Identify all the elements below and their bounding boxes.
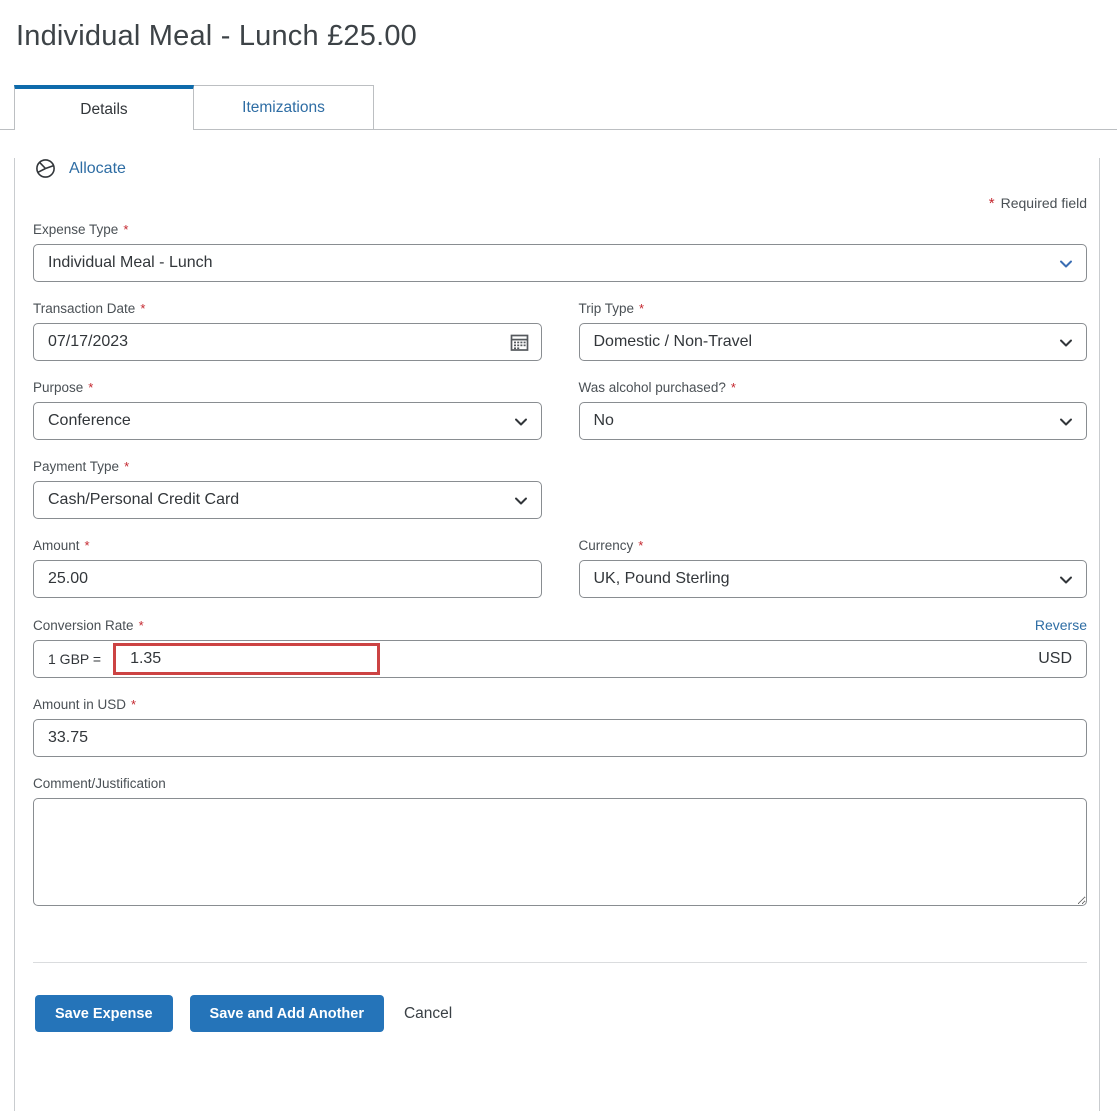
currency-label: Currency *: [578, 538, 644, 553]
trip-type-select[interactable]: Domestic / Non-Travel: [578, 323, 1087, 361]
conversion-rate-field: 1 GBP = USD: [33, 640, 1087, 678]
payment-type-value: Cash/Personal Credit Card: [48, 491, 240, 508]
tab-itemizations[interactable]: Itemizations: [194, 85, 374, 130]
tab-bar-left-spacer: [0, 85, 14, 130]
conversion-rate-label: Conversion Rate *: [33, 618, 144, 633]
chevron-down-icon: [1059, 336, 1073, 355]
rate-prefix: 1 GBP =: [48, 651, 102, 667]
comment-label: Comment/Justification: [33, 776, 166, 791]
transaction-date-input[interactable]: [34, 324, 541, 360]
reverse-link[interactable]: Reverse: [1035, 617, 1087, 633]
chevron-down-icon: [514, 494, 528, 513]
transaction-date-field: [33, 323, 542, 361]
allocate-row: Allocate: [33, 158, 1087, 179]
comment-textarea[interactable]: [33, 798, 1087, 906]
trip-type-label: Trip Type *: [578, 301, 645, 316]
expense-type-label: Expense Type *: [33, 222, 129, 237]
conversion-rate-label-row: Conversion Rate * Reverse: [33, 617, 1087, 633]
tab-bar: Details Itemizations: [0, 85, 1117, 130]
chevron-down-icon: [514, 415, 528, 434]
save-expense-button[interactable]: Save Expense: [35, 995, 173, 1032]
allocate-link[interactable]: Allocate: [69, 160, 126, 178]
alcohol-label: Was alcohol purchased? *: [578, 380, 736, 395]
payment-type-label: Payment Type *: [33, 459, 130, 474]
alcohol-value: No: [593, 412, 614, 429]
purpose-select[interactable]: Conference: [33, 402, 542, 440]
purpose-value: Conference: [48, 412, 131, 429]
footer-divider: [33, 962, 1087, 963]
chevron-down-icon: [1059, 257, 1073, 276]
purpose-label: Purpose *: [33, 380, 94, 395]
tab-bar-right-spacer: [374, 85, 1117, 130]
amount-field: [33, 560, 542, 598]
expense-form: Expense Type * Individual Meal - Lunch Tr…: [33, 222, 1087, 911]
amount-usd-input[interactable]: [34, 720, 1086, 756]
expense-type-value: Individual Meal - Lunch: [48, 254, 213, 271]
tab-details[interactable]: Details: [14, 85, 194, 130]
chevron-down-icon: [1059, 415, 1073, 434]
chevron-down-icon: [1059, 573, 1073, 592]
page-title: Individual Meal - Lunch £25.00: [16, 20, 417, 52]
save-and-add-another-button[interactable]: Save and Add Another: [189, 995, 384, 1032]
allocate-pie-icon: [35, 158, 56, 179]
cancel-button[interactable]: Cancel: [404, 1005, 452, 1023]
trip-type-value: Domestic / Non-Travel: [593, 333, 753, 350]
transaction-date-label: Transaction Date *: [33, 301, 146, 316]
payment-type-select[interactable]: Cash/Personal Credit Card: [33, 481, 542, 519]
expense-type-select[interactable]: Individual Meal - Lunch: [33, 244, 1087, 282]
required-field-note: * Required field: [988, 195, 1087, 212]
tab-itemizations-label: Itemizations: [242, 98, 325, 116]
amount-label: Amount *: [33, 538, 90, 553]
amount-usd-field: [33, 719, 1087, 757]
tab-details-label: Details: [80, 100, 128, 118]
conversion-rate-input[interactable]: [116, 646, 378, 672]
calendar-icon[interactable]: [509, 332, 530, 358]
button-row: Save Expense Save and Add Another Cancel: [33, 995, 1087, 1032]
rate-highlight-box: [113, 643, 381, 675]
required-asterisk: *: [988, 195, 995, 212]
currency-value: UK, Pound Sterling: [593, 570, 730, 587]
amount-input[interactable]: [34, 561, 541, 597]
rate-suffix: USD: [1038, 650, 1072, 667]
amount-usd-label: Amount in USD *: [33, 697, 137, 712]
currency-select[interactable]: UK, Pound Sterling: [578, 560, 1087, 598]
alcohol-select[interactable]: No: [578, 402, 1087, 440]
details-panel: Allocate * Required field Expense Type * I…: [14, 158, 1100, 1111]
